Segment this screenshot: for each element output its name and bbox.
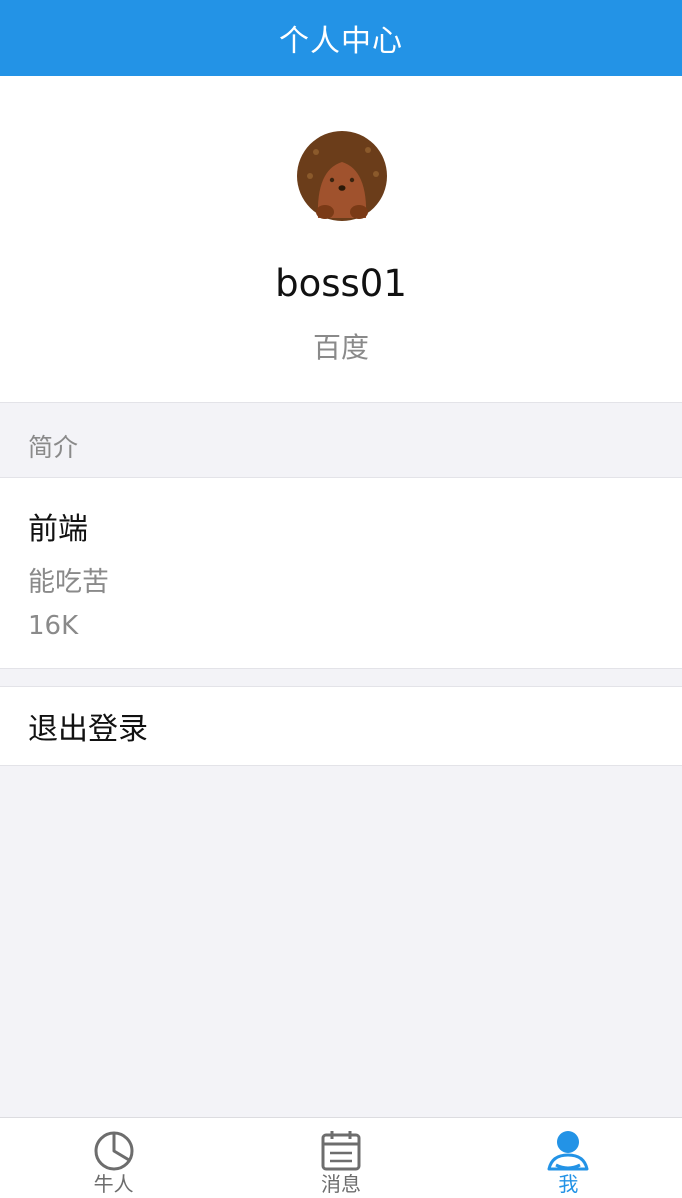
bottom-tabbar: 牛人 消息 我 [0,1117,682,1198]
profile-card: boss01 百度 [0,76,682,403]
page-header: 个人中心 [0,0,682,76]
tab-me-label: 我 [558,1172,579,1196]
tab-messages[interactable]: 消息 [227,1118,454,1198]
calendar-icon [321,1131,361,1171]
hedgehog-avatar-icon [297,131,387,221]
logout-button[interactable]: 退出登录 [0,686,682,766]
job-position: 前端 [28,512,88,547]
tab-talents[interactable]: 牛人 [0,1118,227,1198]
job-salary: 16K [28,611,79,641]
tab-messages-label: 消息 [320,1172,361,1196]
intro-section-title: 简介 [28,433,79,462]
logout-label: 退出登录 [28,712,148,747]
job-description: 能吃苦 [28,567,109,598]
page-title: 个人中心 [279,24,403,59]
company-name: 百度 [312,331,369,364]
username: boss01 [275,262,407,305]
intro-card: 前端 能吃苦 16K [0,477,682,669]
tab-talents-label: 牛人 [93,1172,134,1196]
avatar [296,130,388,222]
tab-me[interactable]: 我 [455,1118,682,1198]
user-icon [547,1131,589,1171]
pie-chart-icon [94,1131,134,1171]
